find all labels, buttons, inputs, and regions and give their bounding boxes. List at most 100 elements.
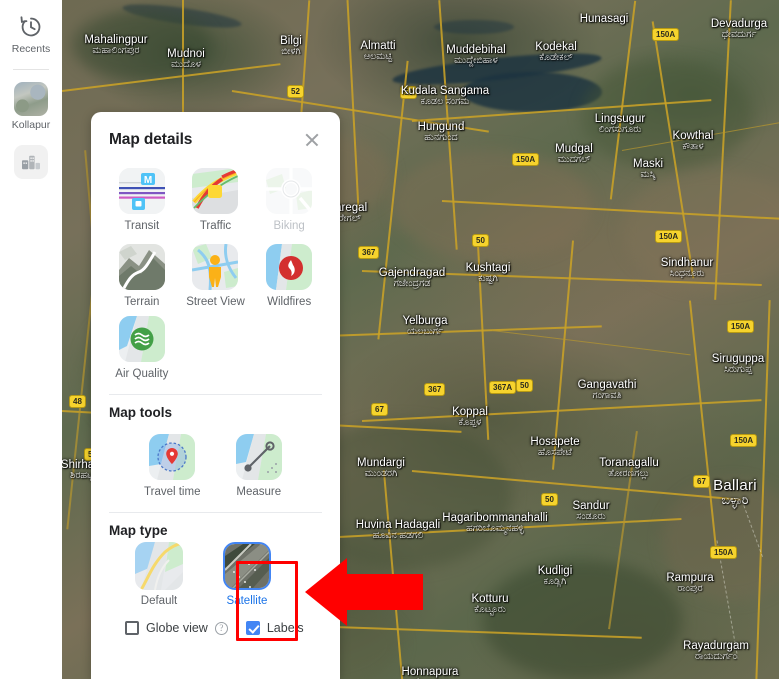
tool-option-travel-time[interactable]: Travel time [129,430,216,500]
globe-view-checkbox[interactable] [125,621,139,635]
place-name-en: Almatti [360,40,396,52]
map-type-row: Default Satellite [91,540,340,607]
layer-option-terrain[interactable]: Terrain [105,240,179,310]
map-tools-heading: Map tools [109,405,172,420]
section-divider [109,394,322,395]
route-shield: 50 [400,86,417,99]
route-shield: 367 [424,383,446,396]
route-shield: 150A [512,153,540,166]
place-name-en: Hunasagi [579,13,629,25]
place-name-en: Rayadurgam [683,640,749,652]
layer-option-wildfires[interactable]: Wildfires [252,240,326,310]
city-buildings-icon [14,145,48,179]
tool-label: Travel time [144,486,201,498]
section-divider [109,512,322,513]
help-icon[interactable]: ? [214,621,228,635]
route-shield: 150A [710,546,738,559]
checkbox-label: Labels [266,621,304,635]
place-name-en: Bilgi [280,35,302,47]
history-clock-icon [0,14,62,40]
water-body [462,72,602,112]
checkbox-globe-view[interactable]: Globe view ? [125,621,228,635]
sidebar-item-kollapur[interactable]: Kollapur [0,76,62,135]
sidebar-divider [13,69,49,70]
left-sidebar: Recents Kollapur [0,0,62,679]
layer-label: Terrain [124,296,160,308]
sidebar-item-label: Recents [11,43,51,55]
layer-option-biking: Biking [252,164,326,234]
terrain-patch [622,170,779,290]
layer-option-traffic[interactable]: Traffic [179,164,253,234]
map-tools-grid: Travel time Measure [91,422,340,500]
sidebar-item-recents[interactable]: Recents [0,8,62,59]
place-name-kn: ಹುನಗುಂದ [424,132,458,144]
place-name-en: Yelburga [402,315,448,327]
labels-checkbox[interactable] [245,621,260,635]
map-options-checkboxes: Globe view ? Labels [91,607,340,635]
place-name-en: Kushtagi [465,262,511,274]
route-shield: 67 [371,403,388,416]
layer-label: Air Quality [115,368,169,380]
map-place-label: Yelburga ಯಲಬುರ್ಗ [403,315,448,337]
route-shield: 367A [489,381,517,394]
checkbox-labels[interactable]: Labels [245,621,304,635]
place-name-en: Sandur [572,500,610,512]
place-name-en: Toranagallu [599,457,659,469]
place-name-en: Honnapura [401,666,459,678]
place-name-kn: ಮುದಗಲ್ [557,154,591,166]
road [491,330,691,356]
place-photo-thumbnail [14,82,48,116]
place-name-en: Muddebihal [446,44,506,56]
map-details-grid-row3: Air Quality [91,310,340,382]
default-map-thumbnail [135,542,183,590]
biking-layer-icon [266,168,313,214]
place-name-kn: ಕೊಪ್ಪಳ [458,417,482,429]
route-shield: 150A [655,230,683,243]
layer-option-air-quality[interactable]: Air Quality [105,312,179,382]
layer-label: Transit [124,220,160,232]
checkbox-label: Globe view [146,621,208,635]
terrain-layer-icon [118,244,165,290]
air-quality-layer-icon [118,316,165,362]
place-name-en: Mudgal [555,143,593,155]
map-place-label: Almatti ಆಲಮಟ್ಟಿ [360,40,395,62]
place-name-kn: ಗಜೇಂದ್ರಗಡ [393,278,431,290]
map-place-label: Siruguppa ಸಿರುಗುಪ್ಪ [712,353,764,375]
map-type-label: Default [140,595,178,607]
road [551,240,574,470]
tool-option-measure[interactable]: Measure [216,430,303,500]
map-place-label: Koppal ಕೊಪ್ಪಳ [452,406,488,428]
map-place-label: Rayadurgam ರಾಯದುರ್ಗಂ [683,640,749,662]
sidebar-item-city[interactable] [0,135,62,186]
terrain-patch [482,560,682,679]
water-body [434,20,514,34]
map-type-label: Satellite [226,595,268,607]
route-shield: 150A [652,28,680,41]
place-name-kn: ಸಿರುಗುಪ್ಪ [723,364,753,376]
road [476,240,490,440]
route-shield: 48 [69,395,86,408]
map-details-panel: Map details M Transit Traffic Biking Ter… [91,112,340,679]
transit-layer-icon: M [118,168,165,214]
route-shield: 50 [541,493,558,506]
map-place-label: Sandur ಸಂಡೂರು [572,500,609,522]
place-name-kn: ಆಲಮಟ್ಟಿ [363,51,393,63]
route-shield: 67 [693,475,710,488]
satellite-map-thumbnail [223,542,271,590]
route-shield: 50 [516,379,533,392]
map-type-default[interactable]: Default [135,542,183,607]
map-place-label: Mudgal ಮುದಗಲ್ [555,143,593,165]
route-shield: 367 [358,246,380,259]
layer-option-street-view[interactable]: Street View [179,240,253,310]
measure-icon [235,434,282,480]
place-name-kn: ಗಂಗಾವತಿ [592,390,622,402]
page-title: Map details [109,131,193,148]
sidebar-item-label: Kollapur [11,119,51,131]
place-name-en: Gangavathi [577,379,637,391]
map-type-satellite[interactable]: Satellite [223,542,271,607]
place-name-kn: ಧೇವದುರ್ಗ [721,29,757,41]
map-details-grid: M Transit Traffic Biking Terrain Street … [91,156,340,310]
close-icon[interactable] [302,130,322,150]
layer-option-transit[interactable]: M Transit [105,164,179,234]
map-place-label: Honnapuraಹೊನ್ನಾಪುರ [402,666,459,679]
